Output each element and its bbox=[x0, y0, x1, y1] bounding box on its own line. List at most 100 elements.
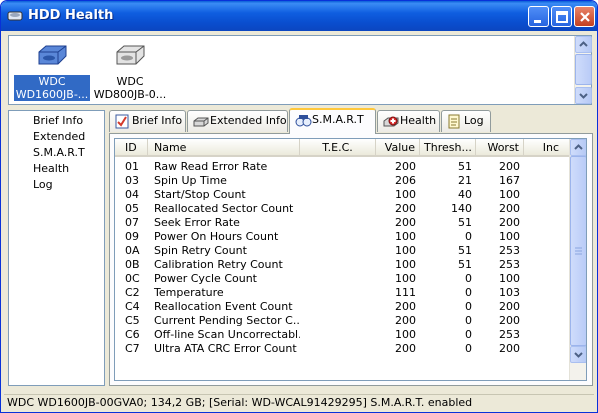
cell-worst: 200 bbox=[499, 216, 520, 229]
cell-worst: 200 bbox=[499, 342, 520, 355]
tab-smart[interactable]: S.M.A.R.T bbox=[289, 108, 376, 134]
column-header-threshold[interactable]: Thresh... bbox=[420, 139, 476, 157]
table-row[interactable]: 0B Calibration Retry Count 100 51 253 bbox=[115, 258, 570, 272]
scroll-thumb[interactable] bbox=[575, 54, 592, 85]
scroll-up-button[interactable] bbox=[575, 36, 592, 53]
cell-inc bbox=[524, 314, 570, 328]
tab-label: Brief Info bbox=[132, 114, 183, 127]
table-scrollbar[interactable] bbox=[569, 139, 586, 380]
column-header-tec[interactable]: T.E.C. bbox=[300, 139, 376, 157]
table-row[interactable]: 0A Spin Retry Count 100 51 253 bbox=[115, 244, 570, 258]
chevron-down-icon bbox=[579, 93, 588, 99]
cell-id: 07 bbox=[125, 216, 139, 229]
sidebar-item-smart[interactable]: S.M.A.R.T bbox=[33, 146, 85, 160]
column-header-value[interactable]: Value bbox=[376, 139, 420, 157]
scroll-thumb[interactable] bbox=[570, 156, 586, 346]
cell-worst: 253 bbox=[499, 244, 520, 257]
cell-id: 03 bbox=[125, 174, 139, 187]
window-title: HDD Health bbox=[28, 8, 114, 23]
tab-extended-info[interactable]: Extended Info bbox=[187, 110, 288, 132]
sidebar-item-log[interactable]: Log bbox=[33, 178, 53, 192]
cell-inc bbox=[524, 286, 570, 300]
drive-list-scrollbar[interactable] bbox=[574, 36, 592, 104]
drive-label-line2: WD1600JB-... bbox=[15, 88, 89, 101]
scroll-up-button[interactable] bbox=[570, 139, 586, 156]
cell-value: 200 bbox=[395, 216, 416, 229]
cell-id: C4 bbox=[125, 300, 140, 313]
drive-label: WDC WD800JB-0... bbox=[92, 75, 168, 101]
cell-threshold: 0 bbox=[465, 342, 472, 355]
table-row[interactable]: 05 Reallocated Sector Count 200 140 200 bbox=[115, 202, 570, 216]
table-row[interactable]: 01 Raw Read Error Rate 200 51 200 bbox=[115, 160, 570, 174]
sidebar-item-extended[interactable]: Extended bbox=[33, 130, 85, 144]
table-row[interactable]: 07 Seek Error Rate 200 51 200 bbox=[115, 216, 570, 230]
cell-id: C2 bbox=[125, 286, 140, 299]
cell-value: 200 bbox=[395, 202, 416, 215]
cell-inc bbox=[524, 230, 570, 244]
cell-value: 200 bbox=[395, 160, 416, 173]
smart-table[interactable]: ID Name T.E.C. Value Thresh... Worst Inc… bbox=[114, 138, 587, 381]
cell-tec bbox=[300, 216, 376, 230]
table-row[interactable]: C6 Off-line Scan Uncorrectabl... 100 0 253 bbox=[115, 328, 570, 342]
column-header-inc[interactable]: Inc bbox=[524, 139, 570, 157]
cell-name: Power Cycle Count bbox=[154, 272, 257, 285]
cell-threshold: 21 bbox=[458, 174, 472, 187]
cell-name: Spin Retry Count bbox=[154, 244, 247, 257]
cell-tec bbox=[300, 174, 376, 188]
table-row[interactable]: C2 Temperature 111 0 103 bbox=[115, 286, 570, 300]
title-bar[interactable]: HDD Health bbox=[1, 1, 597, 31]
sidebar-item-health[interactable]: Health bbox=[33, 162, 69, 176]
cell-value: 100 bbox=[395, 328, 416, 341]
cell-id: 0C bbox=[125, 272, 140, 285]
cell-worst: 200 bbox=[499, 202, 520, 215]
column-header-name[interactable]: Name bbox=[148, 139, 300, 157]
sidebar-nav: Brief Info Extended S.M.A.R.T Health Log bbox=[8, 110, 105, 386]
table-row[interactable]: C4 Reallocation Event Count 200 0 200 bbox=[115, 300, 570, 314]
drive-list[interactable]: WDC WD1600JB-... WDC WD800JB-0... bbox=[8, 35, 592, 105]
cell-tec bbox=[300, 314, 376, 328]
drive-item-wd800jb[interactable]: WDC WD800JB-0... bbox=[92, 42, 168, 101]
cell-inc bbox=[524, 174, 570, 188]
table-row[interactable]: C5 Current Pending Sector C... 200 0 200 bbox=[115, 314, 570, 328]
minimize-button[interactable] bbox=[528, 6, 549, 27]
cell-worst: 100 bbox=[499, 188, 520, 201]
cell-tec bbox=[300, 160, 376, 174]
cell-id: 0A bbox=[125, 244, 140, 257]
tab-log[interactable]: Log bbox=[441, 110, 491, 132]
table-row[interactable]: 03 Spin Up Time 206 21 167 bbox=[115, 174, 570, 188]
cell-tec bbox=[300, 244, 376, 258]
column-header-id[interactable]: ID bbox=[115, 139, 148, 157]
drive-item-wd1600jb[interactable]: WDC WD1600JB-... bbox=[14, 42, 90, 101]
table-row[interactable]: 04 Start/Stop Count 100 40 100 bbox=[115, 188, 570, 202]
tab-brief-info[interactable]: Brief Info bbox=[109, 110, 186, 132]
cell-value: 100 bbox=[395, 188, 416, 201]
drive-label-line1: WDC bbox=[38, 75, 66, 88]
cell-worst: 200 bbox=[499, 300, 520, 313]
maximize-button[interactable] bbox=[551, 6, 572, 27]
cell-inc bbox=[524, 160, 570, 174]
cell-tec bbox=[300, 328, 376, 342]
scroll-down-button[interactable] bbox=[575, 87, 592, 104]
cell-inc bbox=[524, 342, 570, 356]
sidebar-item-brief-info[interactable]: Brief Info bbox=[33, 114, 83, 128]
cell-inc bbox=[524, 216, 570, 230]
minimize-icon bbox=[534, 20, 541, 23]
tab-label: S.M.A.R.T bbox=[312, 113, 364, 126]
cell-name: Reallocation Event Count bbox=[154, 300, 293, 313]
table-row[interactable]: 0C Power Cycle Count 100 0 100 bbox=[115, 272, 570, 286]
close-button[interactable] bbox=[574, 6, 595, 27]
cell-threshold: 140 bbox=[451, 202, 472, 215]
cell-threshold: 0 bbox=[465, 272, 472, 285]
table-row[interactable]: 09 Power On Hours Count 100 0 100 bbox=[115, 230, 570, 244]
scroll-down-button[interactable] bbox=[570, 346, 586, 363]
cell-threshold: 0 bbox=[465, 300, 472, 313]
table-row[interactable]: C7 Ultra ATA CRC Error Count 200 0 200 bbox=[115, 342, 570, 356]
cell-inc bbox=[524, 202, 570, 216]
cell-value: 200 bbox=[395, 300, 416, 313]
column-header-worst[interactable]: Worst bbox=[476, 139, 524, 157]
cell-worst: 100 bbox=[499, 230, 520, 243]
cell-threshold: 0 bbox=[465, 328, 472, 341]
tab-health[interactable]: Health bbox=[377, 110, 440, 132]
cell-name: Reallocated Sector Count bbox=[154, 202, 294, 215]
cell-tec bbox=[300, 202, 376, 216]
